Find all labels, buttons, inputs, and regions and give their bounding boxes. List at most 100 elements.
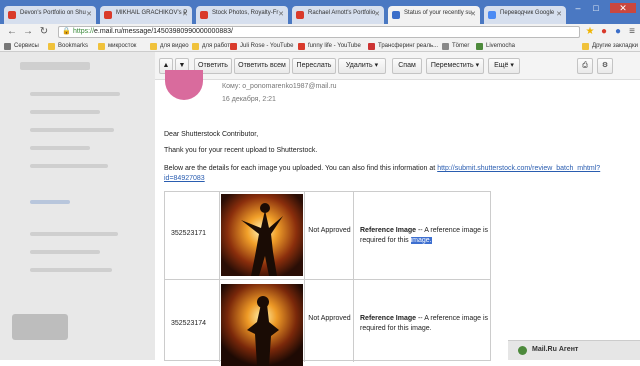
approval-status: Not Approved bbox=[308, 315, 351, 322]
table-cell: Reference Image -- A reference image is r… bbox=[354, 192, 491, 280]
approval-status: Not Approved bbox=[308, 227, 351, 234]
tab-favicon-icon bbox=[488, 11, 496, 19]
forward-icon[interactable]: → bbox=[22, 26, 34, 38]
close-tab-icon[interactable]: ✕ bbox=[374, 10, 380, 18]
close-window-icon[interactable]: ✕ bbox=[610, 3, 636, 13]
youtube-icon bbox=[230, 43, 237, 50]
folder-icon bbox=[150, 43, 157, 50]
tab-title: MIKHAIL GRACHIKOV's P bbox=[116, 10, 188, 16]
table-cell: 352523174 bbox=[165, 280, 220, 362]
bookmark-item[interactable]: funny life - YouTube bbox=[298, 41, 361, 51]
sidebar-placeholder bbox=[30, 268, 112, 272]
results-table: 352523171 Not Approved Reference Image -… bbox=[164, 191, 491, 366]
bookmark-item[interactable]: для видео bbox=[150, 41, 189, 51]
address-bar[interactable]: 🔒 https://e.mail.ru/message/145039809900… bbox=[58, 26, 580, 38]
tab-title: Devon's Portfolio on Shu bbox=[20, 10, 86, 16]
agent-icon bbox=[518, 346, 527, 355]
tab-title: Status of your recently su bbox=[404, 10, 472, 16]
close-tab-icon[interactable]: ✕ bbox=[86, 10, 92, 18]
recipient-address[interactable]: o_ponomarenko1987@mail.ru bbox=[242, 83, 336, 90]
star-icon[interactable]: ★ bbox=[584, 26, 596, 38]
maximize-icon[interactable]: □ bbox=[588, 3, 604, 13]
bookmark-item[interactable]: Сервисы bbox=[4, 41, 39, 51]
avatar bbox=[165, 70, 203, 100]
settings-icon[interactable]: ⚙ bbox=[597, 58, 613, 74]
batch-link-cont[interactable]: id=84927083 bbox=[164, 175, 205, 182]
minimize-icon[interactable]: – bbox=[570, 3, 586, 13]
message-view: Кому: o_ponomarenko1987@mail.ru 16 декаб… bbox=[155, 70, 640, 366]
browser-tab-bar: Devon's Portfolio on Shu ✕ MIKHAIL GRACH… bbox=[0, 0, 640, 24]
address-bar-row: ← → ↻ 🔒 https://e.mail.ru/message/145039… bbox=[0, 24, 640, 40]
mailru-agent-button[interactable]: Mail.Ru Агент bbox=[508, 340, 640, 360]
bookmark-item[interactable]: Juli Rose - YouTube bbox=[230, 41, 293, 51]
folder-icon bbox=[98, 43, 105, 50]
batch-link[interactable]: http://submit.shutterstock.com/review_ba… bbox=[437, 165, 600, 172]
browser-tab[interactable]: Переводчик Google ✕ bbox=[484, 6, 566, 24]
sidebar-placeholder bbox=[30, 164, 108, 168]
browser-tab[interactable]: Devon's Portfolio on Shu ✕ bbox=[4, 6, 96, 24]
tab-title: Rachael Arnott's Portfolio bbox=[308, 10, 376, 16]
bookmark-item[interactable]: для работы bbox=[192, 41, 234, 51]
back-icon[interactable]: ← bbox=[6, 26, 18, 38]
tab-favicon-icon bbox=[200, 11, 208, 19]
print-icon[interactable]: ⎙ bbox=[577, 58, 593, 74]
sidebar-placeholder bbox=[30, 92, 120, 96]
bookmark-item[interactable]: микросток bbox=[98, 41, 136, 51]
bookmark-item[interactable]: Bookmarks bbox=[48, 41, 88, 51]
bookmark-item[interactable]: Tömer bbox=[442, 41, 469, 51]
photo-thumbnail[interactable] bbox=[221, 284, 303, 366]
spam-button[interactable]: Спам bbox=[392, 58, 422, 74]
sidebar-placeholder bbox=[30, 250, 100, 254]
site-icon bbox=[368, 43, 375, 50]
reload-icon[interactable]: ↻ bbox=[38, 26, 50, 38]
tab-title: Stock Photos, Royalty-Fr bbox=[212, 10, 279, 16]
reply-all-button[interactable]: Ответить всем bbox=[234, 58, 290, 74]
tab-favicon-icon bbox=[392, 11, 400, 19]
lock-icon: 🔒 bbox=[62, 28, 71, 35]
extension-icon[interactable]: ● bbox=[598, 26, 610, 38]
folder-icon bbox=[48, 43, 55, 50]
mail-sidebar bbox=[0, 52, 155, 360]
greeting-text: Dear Shutterstock Contributor, bbox=[164, 131, 259, 138]
close-tab-icon[interactable]: ✕ bbox=[278, 10, 284, 18]
bookmark-item[interactable]: Livemocha bbox=[476, 41, 515, 51]
bookmark-item[interactable]: Другие закладки bbox=[582, 41, 638, 51]
table-cell: Reference Image -- A reference image is r… bbox=[354, 280, 491, 362]
chevron-down-icon: ▾ bbox=[510, 62, 514, 69]
sidebar-placeholder bbox=[30, 128, 114, 132]
more-button[interactable]: Ещё ▾ bbox=[488, 58, 520, 74]
mail-toolbar: ▲ ▼ Ответить Ответить всем Переслать Уда… bbox=[155, 52, 640, 80]
details-text-cont: id=84927083 bbox=[164, 175, 205, 182]
close-tab-icon[interactable]: ✕ bbox=[470, 10, 476, 18]
details-text: Below are the details for each image you… bbox=[164, 165, 601, 172]
tab-title: Переводчик Google bbox=[500, 10, 555, 16]
extension-icon[interactable]: ● bbox=[612, 26, 624, 38]
photo-thumbnail[interactable] bbox=[221, 194, 303, 276]
rejection-reason: Reference Image -- A reference image is r… bbox=[360, 227, 489, 244]
bookmark-item[interactable]: Трансферинг реаль... bbox=[368, 41, 438, 51]
close-tab-icon[interactable]: ✕ bbox=[182, 10, 188, 18]
site-icon bbox=[476, 43, 483, 50]
url-scheme: https:// bbox=[73, 28, 95, 35]
tab-favicon-icon bbox=[296, 11, 304, 19]
menu-icon[interactable]: ≡ bbox=[626, 26, 638, 38]
youtube-icon bbox=[298, 43, 305, 50]
browser-tab[interactable]: Rachael Arnott's Portfolio ✕ bbox=[292, 6, 384, 24]
bookmarks-bar: Сервисы Bookmarks микросток для видео дл… bbox=[0, 40, 640, 52]
delete-button[interactable]: Удалить ▾ bbox=[338, 58, 386, 74]
move-button[interactable]: Переместить ▾ bbox=[426, 58, 484, 74]
url-path: e.mail.ru/message/14503980990000000883/ bbox=[94, 28, 233, 35]
browser-tab-active[interactable]: Status of your recently su ✕ bbox=[388, 6, 480, 24]
folder-icon bbox=[582, 43, 589, 50]
forward-button[interactable]: Переслать bbox=[292, 58, 336, 74]
page-icon bbox=[442, 43, 449, 50]
table-cell bbox=[220, 192, 305, 280]
tab-favicon-icon bbox=[104, 11, 112, 19]
browser-tab[interactable]: MIKHAIL GRACHIKOV's P ✕ bbox=[100, 6, 192, 24]
browser-tab[interactable]: Stock Photos, Royalty-Fr ✕ bbox=[196, 6, 288, 24]
sidebar-placeholder bbox=[30, 146, 90, 150]
close-tab-icon[interactable]: ✕ bbox=[556, 10, 562, 18]
rejection-reason: Reference Image -- A reference image is r… bbox=[360, 315, 489, 332]
table-cell: 352523171 bbox=[165, 192, 220, 280]
table-cell bbox=[220, 280, 305, 366]
